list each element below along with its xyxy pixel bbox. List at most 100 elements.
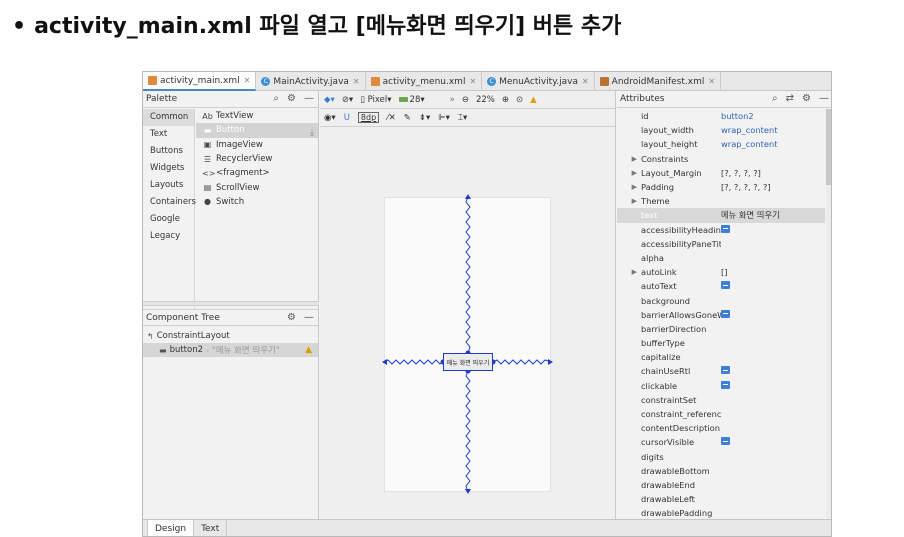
palette-widget-switch[interactable]: ● Switch (196, 195, 318, 209)
align-icon[interactable]: ⊫▾ (438, 113, 450, 123)
attribute-row-capitalize[interactable]: capitalize (617, 350, 825, 364)
orientation-icon[interactable]: ⊘▾ (342, 95, 353, 105)
boolean-toggle-icon[interactable] (721, 281, 730, 290)
close-icon[interactable]: ✕ (582, 77, 589, 86)
zoom-in-icon[interactable]: ⊕ (502, 95, 509, 105)
overflow-icon[interactable]: » (450, 95, 455, 105)
tab-main-activity-java[interactable]: C MainActivity.java ✕ (256, 72, 366, 91)
palette-category-widgets[interactable]: Widgets (143, 160, 194, 177)
attribute-value[interactable] (721, 224, 821, 235)
swap-view-icon[interactable]: ⇄ (786, 93, 794, 104)
attribute-value[interactable]: wrap_content (721, 125, 821, 135)
guidelines-icon[interactable]: ⌶▾ (458, 113, 467, 123)
tab-design[interactable]: Design (147, 520, 195, 536)
view-options-icon[interactable]: ◉▾ (324, 113, 336, 123)
palette-category-legacy[interactable]: Legacy (143, 228, 194, 245)
close-icon[interactable]: ✕ (469, 77, 476, 86)
attribute-value[interactable] (721, 380, 821, 391)
tab-activity-menu-xml[interactable]: activity_menu.xml ✕ (366, 72, 483, 91)
tree-row-constraintlayout[interactable]: ↰ ConstraintLayout (143, 329, 318, 343)
api-selector[interactable]: 28▾ (398, 95, 425, 105)
attribute-row-autolink[interactable]: ▶ autoLink [] (617, 265, 825, 279)
autoconnect-icon[interactable]: Ս (344, 113, 350, 123)
warning-icon[interactable]: ▲ (305, 345, 312, 355)
expand-arrow-icon[interactable]: ▶ (617, 169, 641, 177)
palette-widget-textview[interactable]: Ab TextView (196, 109, 318, 123)
attribute-row-cursorvisible[interactable]: cursorVisible (617, 435, 825, 449)
attribute-row-digits[interactable]: digits (617, 450, 825, 464)
palette-category-google[interactable]: Google (143, 211, 194, 228)
palette-widget-scrollview[interactable]: ▤ ScrollView (196, 180, 318, 194)
palette-category-buttons[interactable]: Buttons (143, 143, 194, 160)
boolean-toggle-icon[interactable] (721, 309, 730, 318)
minimize-icon[interactable]: — (304, 312, 314, 323)
attribute-row-autotext[interactable]: autoText (617, 279, 825, 293)
attribute-row-contentdescription[interactable]: contentDescription (617, 421, 825, 435)
attribute-row-accessibilitypanetitle[interactable]: accessibilityPaneTitle (617, 237, 825, 251)
expand-arrow-icon[interactable]: ▶ (617, 183, 641, 191)
palette-widget-recyclerview[interactable]: ☰ RecyclerView (196, 152, 318, 166)
attribute-row-barrierdirection[interactable]: barrierDirection (617, 322, 825, 336)
tab-activity-main-xml[interactable]: activity_main.xml ✕ (143, 72, 257, 91)
palette-widget-button[interactable]: ▬ Button (196, 123, 318, 138)
warning-icon[interactable]: ▲ (530, 95, 537, 105)
attribute-row-id[interactable]: id button2 (617, 109, 825, 123)
close-icon[interactable]: ✕ (708, 77, 715, 86)
expand-arrow-icon[interactable]: ▶ (617, 197, 641, 205)
attribute-row-barrierallowsgonewidgets[interactable]: barrierAllowsGoneWidgets (617, 308, 825, 322)
attribute-row-constraint-referenced-ids[interactable]: constraint_referenced_ids (617, 407, 825, 421)
attribute-value[interactable] (721, 281, 821, 291)
attribute-value[interactable] (721, 309, 821, 320)
attribute-value[interactable]: [?, ?, ?, ?, ?] (721, 182, 821, 192)
design-button2[interactable]: 메뉴 화면 띄우기 (443, 353, 493, 371)
tab-text[interactable]: Text (194, 520, 228, 536)
palette-splitter[interactable] (143, 301, 319, 306)
palette-widget-imageview[interactable]: ▣ ImageView (196, 138, 318, 152)
attribute-row-layout-margin[interactable]: ▶ Layout_Margin [?, ?, ?, ?] (617, 166, 825, 180)
palette-widget-fragment[interactable]: <> <fragment> (196, 166, 318, 180)
attribute-row-layout-height[interactable]: layout_height wrap_content (617, 137, 825, 151)
palette-category-containers[interactable]: Containers (143, 194, 196, 211)
gear-icon[interactable]: ⚙ (802, 93, 811, 104)
zoom-out-icon[interactable]: ⊖ (462, 95, 469, 105)
expand-arrow-icon[interactable]: ▶ (617, 155, 641, 163)
attribute-row-background[interactable]: background (617, 293, 825, 307)
zoom-fit-icon[interactable]: ⊙ (516, 95, 523, 105)
palette-category-layouts[interactable]: Layouts (143, 177, 194, 194)
attribute-row-chainusertl[interactable]: chainUseRtl (617, 364, 825, 378)
attribute-row-drawableend[interactable]: drawableEnd (617, 478, 825, 492)
attribute-row-buffertype[interactable]: bufferType (617, 336, 825, 350)
attribute-row-alpha[interactable]: alpha (617, 251, 825, 265)
layers-icon[interactable]: ◆▾ (324, 95, 335, 105)
attribute-row-theme[interactable]: ▶ Theme (617, 194, 825, 208)
attribute-row-padding[interactable]: ▶ Padding [?, ?, ?, ?, ?] (617, 180, 825, 194)
download-icon[interactable]: ⤓ (310, 128, 314, 138)
default-margin-selector[interactable]: 8dp (357, 112, 380, 123)
attribute-row-layout-width[interactable]: layout_width wrap_content (617, 123, 825, 137)
attribute-value[interactable]: [?, ?, ?, ?] (721, 168, 821, 178)
palette-category-common[interactable]: Common (143, 109, 194, 126)
palette-category-text[interactable]: Text (143, 126, 194, 143)
gear-icon[interactable]: ⚙ (287, 312, 296, 323)
clear-constraints-icon[interactable]: ⁄✕ (387, 113, 396, 123)
attributes-scrollbar-thumb[interactable] (826, 109, 831, 185)
search-icon[interactable]: ⌕ (772, 93, 778, 104)
attribute-value[interactable]: 메뉴 화면 띄우기 (721, 209, 821, 221)
design-canvas[interactable]: 메뉴 화면 띄우기 (320, 128, 616, 519)
attribute-row-constraints[interactable]: ▶ Constraints (617, 152, 825, 166)
expand-arrow-icon[interactable]: ▶ (617, 268, 641, 276)
tree-row-button2[interactable]: ▬ button2 - "메뉴 화면 띄우기" ▲ (143, 343, 318, 357)
tab-menu-activity-java[interactable]: C MenuActivity.java ✕ (482, 72, 595, 91)
attribute-row-constraintset[interactable]: constraintSet (617, 393, 825, 407)
gear-icon[interactable]: ⚙ (287, 93, 296, 104)
infer-constraints-icon[interactable]: ✎ (404, 113, 411, 123)
attribute-value[interactable]: [] (721, 267, 821, 277)
minimize-icon[interactable]: — (819, 93, 829, 104)
boolean-toggle-icon[interactable] (721, 224, 730, 233)
attribute-row-accessibilityheading[interactable]: accessibilityHeading (617, 223, 825, 237)
boolean-toggle-icon[interactable] (721, 366, 730, 375)
attribute-value[interactable]: button2 (721, 111, 821, 121)
tab-android-manifest[interactable]: AndroidManifest.xml ✕ (595, 72, 722, 91)
attribute-row-drawablebottom[interactable]: drawableBottom (617, 464, 825, 478)
attribute-value[interactable]: wrap_content (721, 139, 821, 149)
